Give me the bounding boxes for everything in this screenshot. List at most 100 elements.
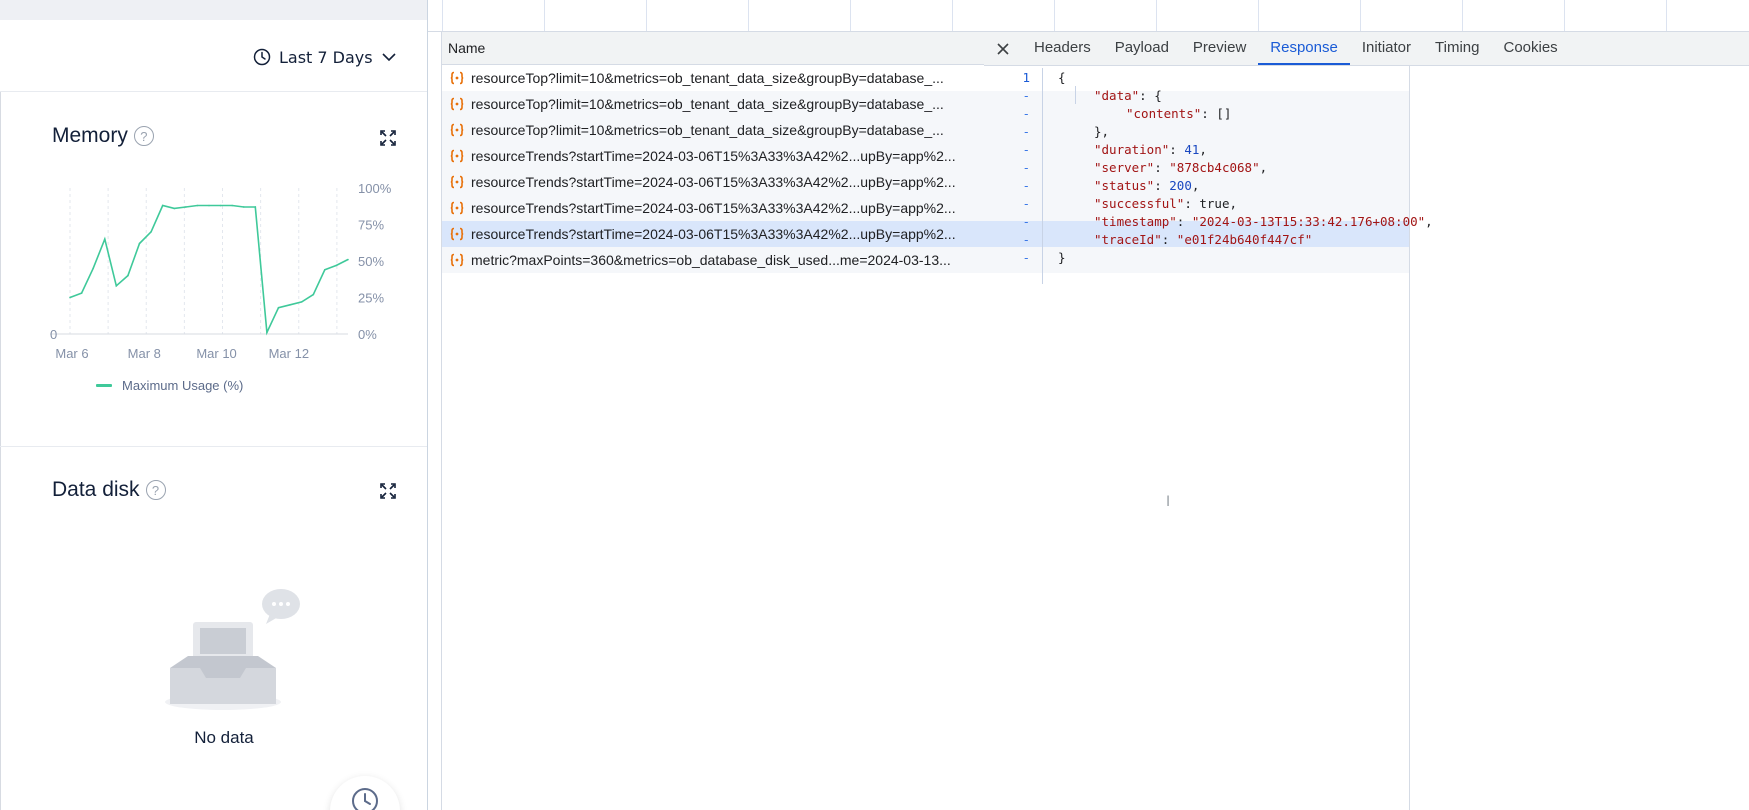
tab-headers[interactable]: Headers — [1022, 32, 1103, 65]
data-point — [115, 285, 118, 287]
code-token: : { — [1139, 87, 1162, 103]
xhr-fetch-icon — [450, 71, 464, 85]
timeline-gridline — [1360, 0, 1361, 31]
data-point — [127, 274, 129, 277]
json-key: "duration" — [1094, 141, 1170, 157]
y-tick-label-left: 0 — [50, 327, 57, 342]
xhr-fetch-icon — [450, 97, 464, 111]
text-cursor-icon: I — [1166, 494, 1171, 510]
divider — [0, 446, 427, 447]
clock-icon — [253, 48, 271, 66]
line-marker: - — [1022, 249, 1030, 265]
timeline-gridline — [442, 0, 443, 31]
legend-label: Maximum Usage (%) — [122, 378, 244, 393]
code-line: - "traceId": "e01f24b640f447cf" — [984, 230, 1749, 248]
tab-initiator[interactable]: Initiator — [1350, 32, 1423, 65]
code-line: - "successful": true, — [984, 194, 1749, 212]
code-line: - "data": { — [984, 86, 1749, 104]
json-string: "e01f24b640f447cf" — [1176, 231, 1313, 247]
divider — [0, 447, 1, 810]
panel-splitter[interactable] — [428, 32, 442, 810]
response-body[interactable]: 1 { - "data": { - "contents": [] - }, - … — [984, 68, 1749, 266]
memory-card-title: Memory ? — [52, 124, 154, 148]
data-point — [208, 204, 210, 207]
y-tick-label: 0% — [358, 327, 377, 342]
data-point — [92, 267, 94, 270]
help-icon[interactable]: ? — [133, 126, 154, 146]
data-point — [277, 306, 280, 309]
data-point — [150, 231, 152, 233]
data-point — [266, 331, 268, 334]
timeline-gridline — [1258, 0, 1259, 31]
close-detail-button[interactable] — [984, 32, 1022, 65]
json-key: "data" — [1094, 87, 1140, 103]
memory-title-text: Memory — [52, 124, 128, 147]
data-point — [138, 242, 141, 245]
dashboard-panel: Last 7 Days Memory ? Mar 6 Mar 8 Mar 10 Mar… — [0, 0, 427, 810]
xhr-fetch-icon — [450, 123, 464, 137]
code-line: - "duration": 41, — [984, 140, 1749, 158]
data-point — [242, 206, 245, 208]
data-point — [347, 258, 349, 261]
timeline-gridline — [646, 0, 647, 31]
tab-response[interactable]: Response — [1258, 32, 1350, 65]
x-tick-label: Mar 12 — [269, 346, 309, 361]
json-key: "status" — [1094, 177, 1155, 193]
top-strip — [0, 0, 427, 20]
expand-icon[interactable] — [380, 483, 396, 499]
tab-timing[interactable]: Timing — [1423, 32, 1491, 65]
timeline-gridline — [1462, 0, 1463, 31]
line-marker: - — [1022, 123, 1030, 139]
request-name: resourceTrends?startTime=2024-03-06T15%3… — [471, 174, 956, 190]
data-point — [289, 304, 291, 306]
data-point — [312, 293, 315, 296]
request-name: resourceTrends?startTime=2024-03-06T15%3… — [471, 200, 956, 216]
code-token: : [] — [1201, 105, 1232, 121]
help-icon[interactable]: ? — [145, 480, 166, 500]
timeline-gridline — [544, 0, 545, 31]
json-number: 200 — [1169, 177, 1192, 193]
line-marker: - — [1022, 87, 1030, 103]
expand-icon[interactable] — [380, 130, 396, 146]
divider — [0, 92, 1, 446]
data-point — [80, 292, 83, 294]
line-marker: - — [1022, 141, 1030, 157]
line-marker: - — [1022, 195, 1030, 211]
tab-preview[interactable]: Preview — [1181, 32, 1258, 65]
code-token: } — [1058, 249, 1066, 265]
xhr-fetch-icon — [450, 253, 464, 267]
data-point — [196, 204, 199, 207]
data-point — [335, 264, 338, 267]
y-tick-label: 25% — [358, 291, 384, 306]
chart-legend[interactable]: Maximum Usage (%) — [96, 378, 243, 393]
data-point — [300, 301, 303, 303]
timeline-gridline — [1564, 0, 1565, 31]
json-number: 41 — [1184, 141, 1200, 157]
data-point — [185, 206, 187, 208]
x-tick-label: Mar 8 — [128, 346, 161, 361]
code-line: 1 { — [984, 68, 1749, 86]
timeline-gridline — [748, 0, 749, 31]
data-point — [254, 206, 257, 208]
chevron-down-icon — [382, 53, 396, 62]
line-number: 1 — [1022, 69, 1030, 85]
line-marker: - — [1022, 213, 1030, 229]
json-string: "2024-03-13T15:33:42.176+08:00" — [1191, 213, 1426, 229]
history-icon — [352, 788, 378, 810]
json-key: "server" — [1094, 159, 1155, 175]
close-icon — [997, 42, 1009, 55]
xhr-fetch-icon — [450, 175, 464, 189]
timeline-gridline — [1156, 0, 1157, 31]
tab-payload[interactable]: Payload — [1103, 32, 1181, 65]
y-tick-label: 100% — [358, 181, 392, 196]
devtools-network-panel: Name resourceTop?limit=10&metrics=ob_ten… — [427, 0, 1749, 810]
xhr-fetch-icon — [450, 227, 464, 241]
code-token: { — [1058, 69, 1066, 85]
network-timeline[interactable] — [428, 0, 1749, 32]
y-tick-label: 50% — [358, 254, 384, 269]
tab-cookies[interactable]: Cookies — [1491, 32, 1569, 65]
xhr-fetch-icon — [450, 201, 464, 215]
data-point — [103, 238, 106, 240]
detail-tabbar: Headers Payload Preview Response Initiat… — [984, 32, 1749, 66]
time-range-picker[interactable]: Last 7 Days — [253, 44, 397, 70]
